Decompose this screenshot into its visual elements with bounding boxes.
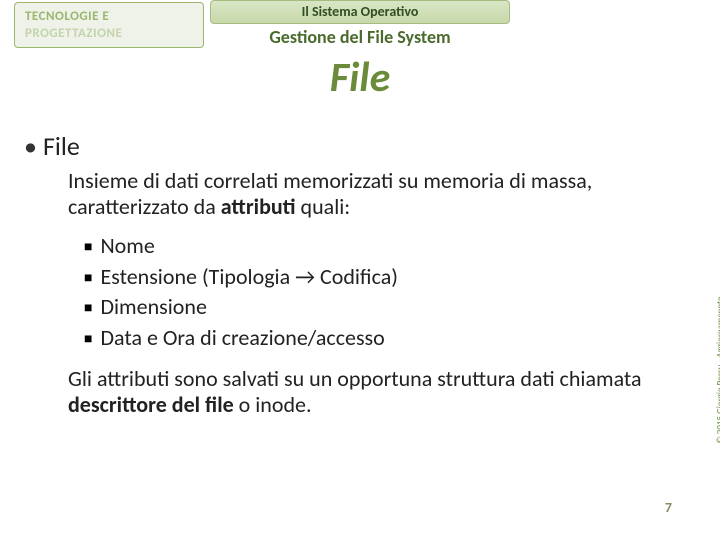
course-tab: TECNOLOGIE E PROGETTAZIONE	[14, 2, 204, 48]
description: Insieme di dati correlati memorizzati su…	[68, 168, 660, 221]
page-number: 7	[665, 499, 672, 516]
list-item: ■Nome	[84, 231, 660, 262]
slide-content: •File Insieme di dati correlati memorizz…	[24, 130, 660, 419]
item-text: Estensione (Tipologia → Codifica)	[100, 263, 397, 290]
copyright-line1: © 2015 Giorgio Porcu - Aggiornamennto	[715, 296, 720, 443]
square-bullet-icon: ■	[84, 329, 100, 349]
list-item: ■Data e Ora di creazione/accesso	[84, 323, 660, 354]
chapter-bar: Il Sistema Operativo	[210, 0, 510, 24]
item-text: Data e Ora di creazione/accesso	[100, 324, 384, 351]
closing-post: o inode.	[234, 391, 312, 418]
copyright-sidebar: © 2015 Giorgio Porcu - Aggiornamennto 27…	[716, 250, 720, 490]
course-label-1: TECNOLOGIE E	[25, 9, 193, 26]
slide-header: TECNOLOGIE E PROGETTAZIONE Il Sistema Op…	[0, 0, 720, 70]
sublist: ■Nome ■Estensione (Tipologia → Codifica)…	[84, 231, 660, 354]
closing-bold: descrittore del file	[68, 391, 234, 418]
bullet-heading: File	[43, 130, 80, 162]
slide-title: File	[0, 52, 720, 103]
course-label-2: PROGETTAZIONE	[25, 26, 193, 43]
square-bullet-icon: ■	[84, 268, 100, 288]
slide: TECNOLOGIE E PROGETTAZIONE Il Sistema Op…	[0, 0, 720, 540]
closing-pre: Gli attributi sono salvati su un opportu…	[68, 365, 642, 392]
square-bullet-icon: ■	[84, 298, 100, 318]
item-text: Dimensione	[100, 293, 206, 320]
chapter-subtitle: Gestione del File System	[210, 26, 510, 48]
list-item: ■Estensione (Tipologia → Codifica)	[84, 262, 660, 293]
item-text: Nome	[100, 232, 154, 259]
list-item: ■Dimensione	[84, 292, 660, 323]
bullet-dot-icon: •	[24, 130, 43, 162]
desc-post: quali:	[296, 193, 351, 220]
bullet-level1: •File	[24, 130, 660, 162]
square-bullet-icon: ■	[84, 237, 100, 257]
desc-bold: attributi	[221, 193, 296, 220]
closing-text: Gli attributi sono salvati su un opportu…	[68, 366, 660, 419]
